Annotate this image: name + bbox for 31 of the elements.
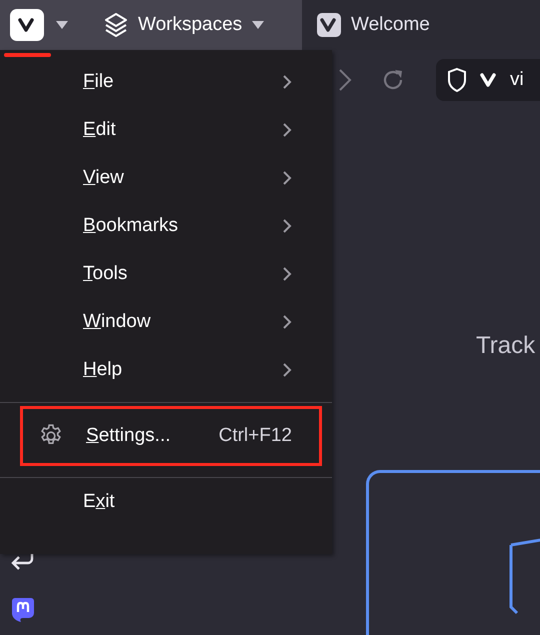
address-field[interactable]: vi xyxy=(436,59,540,101)
caret-icon xyxy=(56,21,68,29)
shield-icon xyxy=(446,67,468,93)
forward-icon[interactable] xyxy=(338,68,352,92)
menu-item[interactable]: File xyxy=(0,58,332,106)
menu-item[interactable]: Settings... Ctrl+F12 xyxy=(20,406,322,466)
menu-item[interactable]: Window xyxy=(0,298,332,346)
menu-item[interactable]: Bookmarks xyxy=(0,202,332,250)
chevron-right-icon xyxy=(282,170,292,186)
v-logo-icon xyxy=(480,73,498,87)
workspaces-button[interactable]: Workspaces xyxy=(104,12,264,38)
chevron-right-icon xyxy=(282,314,292,330)
browser-menu-button[interactable] xyxy=(10,9,44,41)
menu-item[interactable]: View xyxy=(0,154,332,202)
menu-item[interactable]: Help xyxy=(0,346,332,394)
browser-tab[interactable]: Welcome xyxy=(302,0,540,50)
shortcut-text: Ctrl+F12 xyxy=(218,425,292,447)
menu-item[interactable]: Exit xyxy=(0,478,332,526)
chevron-right-icon xyxy=(282,122,292,138)
chevron-right-icon xyxy=(282,362,292,378)
caret-icon xyxy=(252,21,264,29)
v-logo-icon xyxy=(18,18,36,32)
page-heading: Track xyxy=(476,332,536,360)
v-logo-icon xyxy=(320,18,338,32)
menu-item[interactable]: Tools xyxy=(0,250,332,298)
menu-item[interactable]: Edit xyxy=(0,106,332,154)
chevron-right-icon xyxy=(282,218,292,234)
layers-icon xyxy=(104,12,128,38)
chat-bubble-icon[interactable] xyxy=(11,597,35,623)
chevron-right-icon xyxy=(282,74,292,90)
chevron-right-icon xyxy=(282,266,292,282)
